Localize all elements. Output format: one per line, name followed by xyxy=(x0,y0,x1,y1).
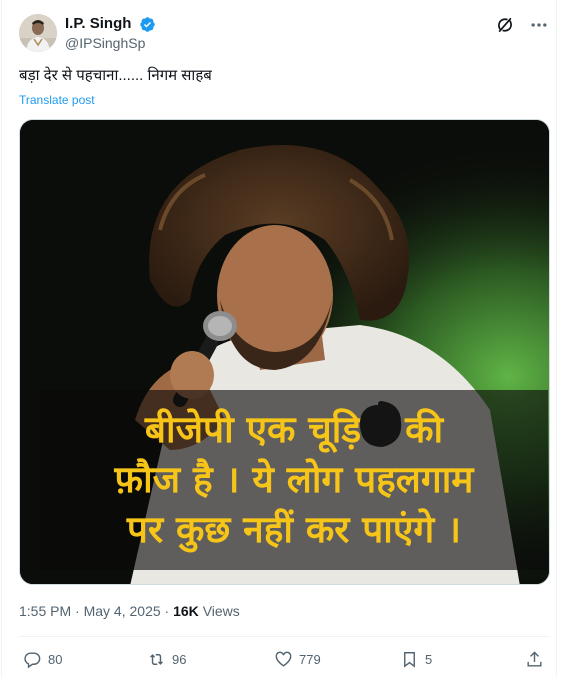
repost-button[interactable]: 96 xyxy=(147,648,186,670)
share-icon xyxy=(527,650,542,667)
meta-separator: · xyxy=(75,603,80,619)
translate-post-link[interactable]: Translate post xyxy=(19,93,95,107)
image-caption: बीजेपी एक चूड़ियों की फ़ौज है । ये लोग प… xyxy=(40,390,548,570)
post-time[interactable]: 1:55 PM xyxy=(19,603,71,619)
verified-badge-icon xyxy=(140,16,155,32)
more-icon[interactable] xyxy=(529,15,549,35)
header-actions xyxy=(485,15,549,35)
post-actions: 80 96 779 5 xyxy=(19,648,549,672)
bookmark-button[interactable]: 5 xyxy=(400,648,432,670)
meta-separator-2: · xyxy=(164,603,170,619)
post-metadata: 1:55 PM · May 4, 2025 · 16K Views xyxy=(19,603,240,619)
post-date[interactable]: May 4, 2025 xyxy=(84,603,161,619)
post-header: I.P. Singh @IPSinghSp xyxy=(19,12,549,56)
post-image[interactable]: बीजेपी एक चूड़ियों की फ़ौज है । ये लोग प… xyxy=(19,119,550,585)
like-icon xyxy=(275,651,292,667)
reply-count: 80 xyxy=(48,651,63,667)
author-handle[interactable]: @IPSinghSp xyxy=(65,35,156,51)
divider xyxy=(19,636,549,637)
caption-line-1: बीजेपी एक चूड़ियों की xyxy=(144,408,444,451)
like-button[interactable]: 779 xyxy=(274,648,321,670)
post-text: बड़ा देर से पहचाना...... निगम साहब xyxy=(19,67,212,84)
bookmark-icon xyxy=(404,651,415,668)
scribble-mark xyxy=(359,401,402,448)
like-count: 779 xyxy=(299,651,321,667)
tweet-card: I.P. Singh @IPSinghSp बड़ा देर से पहचाना… xyxy=(1,0,557,677)
reply-icon xyxy=(24,651,41,668)
views-label: Views xyxy=(202,603,240,619)
grok-icon[interactable] xyxy=(495,15,515,35)
caption-line-3: पर कुछ नहीं कर पाएंगे । xyxy=(126,508,462,551)
author-display-name[interactable]: I.P. Singh xyxy=(65,15,131,33)
bookmark-count: 5 xyxy=(425,651,433,667)
caption-line-2: फ़ौज है । ये लोग पहलगाम xyxy=(114,458,474,501)
reply-button[interactable]: 80 xyxy=(23,648,62,670)
repost-count: 96 xyxy=(172,651,187,667)
views-count: 16K xyxy=(173,603,199,619)
repost-icon xyxy=(150,653,163,665)
share-button[interactable] xyxy=(525,648,550,670)
avatar[interactable] xyxy=(19,14,57,52)
author-names: I.P. Singh @IPSinghSp xyxy=(65,15,156,51)
